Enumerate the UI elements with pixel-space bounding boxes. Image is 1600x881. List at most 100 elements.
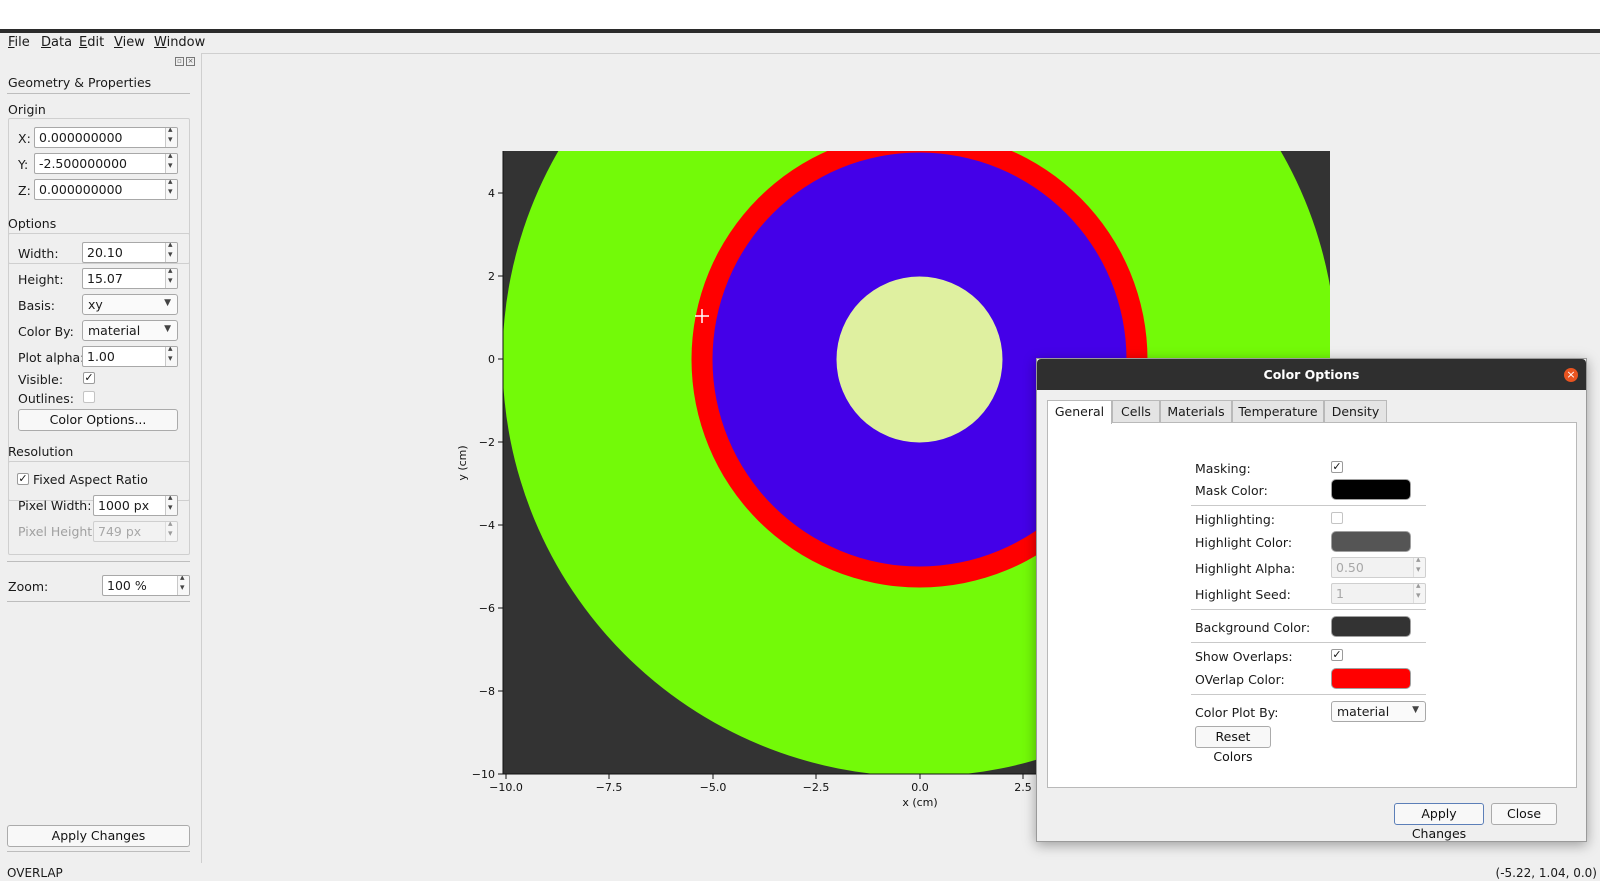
height-input[interactable]: 15.07 — [82, 268, 178, 289]
y-tick-label: 2 — [488, 270, 495, 283]
reset-colors-button[interactable]: Reset Colors — [1195, 726, 1271, 764]
tab-density[interactable]: Density — [1324, 400, 1387, 423]
fixed-aspect-checkbox[interactable]: ✓ — [17, 473, 29, 485]
x-tick-label: 0.0 — [911, 781, 929, 794]
x-tick-label: 2.5 — [1014, 781, 1032, 794]
menu-bar: File Data Edit View Window — [0, 33, 1600, 53]
origin-z-spin-arrows[interactable] — [165, 180, 177, 199]
origin-y-spin-arrows[interactable] — [165, 154, 177, 173]
float-dock-icon[interactable]: ▫ — [175, 57, 184, 66]
overlap-color-label: OVerlap Color: — [1195, 672, 1285, 687]
plot-alpha-label: Plot alpha: — [18, 350, 85, 365]
highlight-alpha-value: 0.50 — [1336, 560, 1364, 575]
y-tick-label: 0 — [488, 353, 495, 366]
color-by-value: material — [88, 323, 141, 338]
color-by-select[interactable]: material ▼ — [82, 320, 178, 341]
tab-temperature[interactable]: Temperature — [1232, 400, 1324, 423]
dialog-title: Color Options — [1037, 359, 1586, 390]
dialog-divider — [1191, 694, 1426, 695]
color-plot-by-select[interactable]: material ▼ — [1331, 701, 1426, 722]
mask-color-swatch[interactable] — [1331, 479, 1411, 500]
cursor-coordinates: (-5.22, 1.04, 0.0) — [1495, 866, 1597, 880]
menu-data[interactable]: Data — [41, 35, 72, 50]
width-spin-arrows[interactable] — [165, 243, 177, 262]
zoom-spin-arrows[interactable] — [177, 576, 189, 595]
dialog-apply-changes-button[interactable]: Apply Changes — [1394, 803, 1484, 841]
origin-z-input[interactable]: 0.000000000 — [34, 179, 178, 200]
color-options-button[interactable]: Color Options... — [18, 409, 178, 431]
overlap-color-swatch[interactable] — [1331, 668, 1411, 689]
close-dock-icon[interactable]: × — [186, 57, 195, 66]
dock-bottom-divider — [7, 851, 190, 852]
highlighting-checkbox[interactable] — [1331, 512, 1343, 524]
zoom-top-divider — [7, 561, 190, 562]
y-tick-label: −10 — [472, 768, 495, 781]
origin-x-input[interactable]: 0.000000000 — [34, 127, 178, 148]
color-by-label: Color By: — [18, 324, 74, 339]
apply-changes-button[interactable]: Apply Changes — [7, 825, 190, 847]
dialog-divider — [1191, 505, 1426, 506]
plot-alpha-input[interactable]: 1.00 — [82, 346, 178, 367]
plot-alpha-value: 1.00 — [87, 349, 115, 364]
width-value: 20.10 — [87, 245, 123, 260]
x-tick-label: −7.5 — [596, 781, 623, 794]
color-plot-by-value: material — [1337, 704, 1390, 719]
chevron-down-icon: ▼ — [164, 298, 171, 308]
pixel-width-input[interactable]: 1000 px — [93, 495, 178, 516]
origin-y-input[interactable]: -2.500000000 — [34, 153, 178, 174]
menu-window[interactable]: Window — [154, 35, 205, 50]
origin-x-label: X: — [18, 131, 31, 146]
general-tab-panel: Masking: ✓ Mask Color: Highlighting: Hig… — [1047, 422, 1577, 788]
height-spin-arrows[interactable] — [165, 269, 177, 288]
zoom-input[interactable]: 100 % — [102, 575, 190, 596]
y-tick-label: −2 — [479, 436, 495, 449]
highlight-color-swatch[interactable] — [1331, 531, 1411, 552]
highlight-alpha-input: 0.50 — [1331, 557, 1426, 578]
masking-checkbox[interactable]: ✓ — [1331, 461, 1343, 473]
x-axis-label: x (cm) — [902, 796, 937, 809]
options-group-label: Options — [8, 216, 57, 231]
highlight-seed-spin-arrows — [1413, 584, 1425, 603]
pixel-height-value: 749 px — [98, 524, 142, 539]
highlight-color-label: Highlight Color: — [1195, 535, 1293, 550]
fixed-aspect-label: Fixed Aspect Ratio — [33, 472, 148, 487]
pixel-height-spin-arrows — [165, 522, 177, 541]
chevron-down-icon: ▼ — [1412, 705, 1419, 715]
zoom-bottom-divider — [7, 601, 190, 602]
origin-x-value: 0.000000000 — [39, 130, 123, 145]
close-icon[interactable]: × — [1564, 368, 1578, 382]
width-input[interactable]: 20.10 — [82, 242, 178, 263]
background-color-swatch[interactable] — [1331, 616, 1411, 637]
zoom-label: Zoom: — [8, 579, 49, 594]
resolution-group: ✓ Fixed Aspect Ratio Pixel Width: 1000 p… — [8, 461, 190, 555]
plot-alpha-spin-arrows[interactable] — [165, 347, 177, 366]
pixel-width-spin-arrows[interactable] — [165, 496, 177, 515]
origin-x-spin-arrows[interactable] — [165, 128, 177, 147]
show-overlaps-checkbox[interactable]: ✓ — [1331, 649, 1343, 661]
tab-materials[interactable]: Materials — [1160, 400, 1232, 423]
menu-view[interactable]: View — [114, 35, 145, 50]
tab-general[interactable]: General — [1047, 400, 1112, 424]
y-tick-label: −6 — [479, 602, 495, 615]
x-tick-label: −5.0 — [700, 781, 727, 794]
highlighting-label: Highlighting: — [1195, 512, 1275, 527]
highlight-alpha-label: Highlight Alpha: — [1195, 561, 1296, 576]
chevron-down-icon: ▼ — [164, 324, 171, 334]
geometry-properties-dock: ▫ × Geometry & Properties Origin X: 0.00… — [0, 53, 197, 863]
dialog-divider — [1191, 642, 1426, 643]
menu-file[interactable]: File — [8, 35, 30, 50]
highlight-seed-input: 1 — [1331, 583, 1426, 604]
tab-cells[interactable]: Cells — [1112, 400, 1160, 423]
dialog-close-button[interactable]: Close — [1491, 803, 1557, 825]
menu-edit[interactable]: Edit — [79, 35, 104, 50]
width-label: Width: — [18, 246, 59, 261]
origin-z-label: Z: — [18, 183, 31, 198]
outlines-checkbox[interactable] — [83, 391, 95, 403]
zoom-value: 100 % — [107, 578, 147, 593]
visible-checkbox[interactable]: ✓ — [83, 372, 95, 384]
x-tick-label: −10.0 — [489, 781, 523, 794]
highlight-alpha-spin-arrows — [1413, 558, 1425, 577]
x-tick-label: −2.5 — [803, 781, 830, 794]
mask-color-label: Mask Color: — [1195, 483, 1268, 498]
basis-select[interactable]: xy ▼ — [82, 294, 178, 315]
